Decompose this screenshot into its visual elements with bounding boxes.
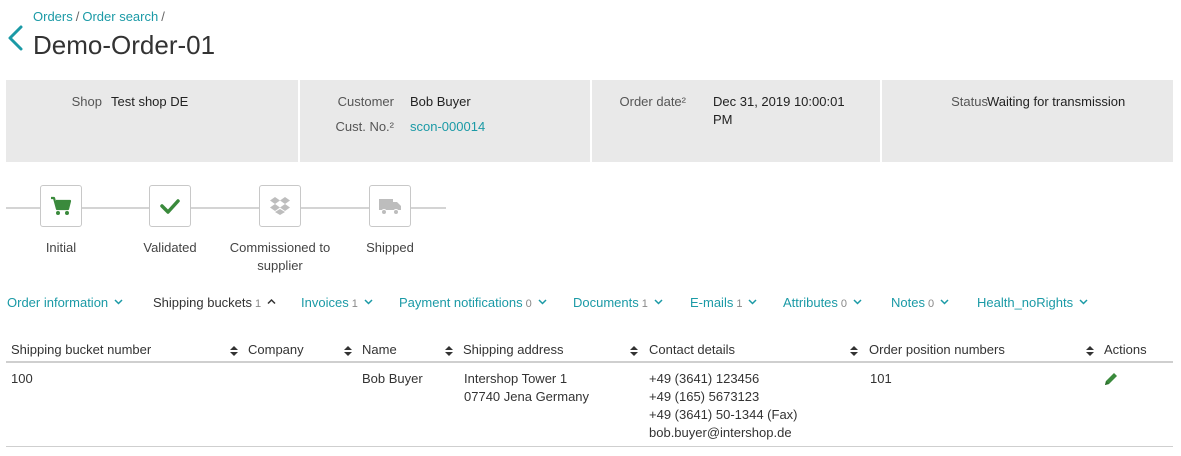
cell-address-line1: Intershop Tower 1	[464, 371, 568, 386]
customer-panel: Customer Bob Buyer Cust. No.² scon-00001…	[300, 80, 590, 162]
tab-health-norights[interactable]: Health_noRights	[977, 294, 1088, 310]
shop-label: Shop	[71, 94, 102, 109]
sort-icon[interactable]	[630, 344, 638, 356]
order-date-value: Dec 31, 2019 10:00:01 PM	[713, 94, 845, 127]
tab-documents[interactable]: Documents 1	[573, 294, 663, 310]
step-label-initial: Initial	[45, 240, 77, 255]
dropbox-icon	[269, 196, 291, 216]
step-label-shipped: Shipped	[366, 240, 414, 255]
tab-invoices[interactable]: Invoices 1	[301, 294, 373, 310]
shop-panel: Shop Test shop DE	[6, 80, 298, 162]
tab-shipping-buckets[interactable]: Shipping buckets 1	[153, 294, 276, 310]
tab-label: Invoices	[301, 295, 349, 310]
tab-count: 0	[840, 298, 848, 310]
check-icon	[160, 198, 180, 214]
chevron-down-icon	[538, 294, 547, 305]
step-label-commissioned: Commissioned to supplier	[229, 240, 331, 273]
tab-label: E-mails	[690, 295, 734, 310]
tab-label: Health_noRights	[977, 295, 1074, 310]
cust-no-label: Cust. No.²	[335, 119, 394, 134]
tab-emails[interactable]: E-mails 1	[690, 294, 757, 310]
truck-icon	[378, 197, 402, 215]
column-header-shipping-address[interactable]: Shipping address	[463, 342, 563, 357]
edit-pencil-icon[interactable]	[1103, 371, 1119, 387]
cell-bucket-number: 100	[11, 371, 33, 386]
chevron-down-icon	[940, 294, 949, 305]
tab-count: 1	[255, 298, 262, 310]
back-arrow-icon[interactable]	[6, 24, 26, 52]
chevron-down-icon	[654, 294, 663, 305]
step-commissioned	[259, 185, 301, 227]
sort-icon[interactable]	[1086, 344, 1094, 356]
cell-contact-email: bob.buyer@intershop.de	[649, 425, 792, 440]
tab-order-information[interactable]: Order information	[7, 294, 123, 310]
column-header-bucket-number[interactable]: Shipping bucket number	[11, 342, 151, 357]
shop-value: Test shop DE	[111, 94, 189, 109]
row-divider	[6, 446, 1173, 447]
status-value: Waiting for transmission	[987, 94, 1126, 109]
tab-count: 1	[351, 298, 358, 310]
column-header-position-numbers[interactable]: Order position numbers	[869, 342, 1005, 357]
customer-label: Customer	[337, 94, 394, 109]
step-label-validated: Validated	[143, 240, 197, 255]
tab-count: 1	[736, 298, 743, 310]
column-header-contact-details[interactable]: Contact details	[649, 342, 735, 357]
tab-payment-notifications[interactable]: Payment notifications 0	[399, 294, 547, 310]
cell-address-line2: 07740 Jena Germany	[464, 389, 590, 404]
tab-label: Attributes	[783, 295, 838, 310]
tab-count: 0	[525, 298, 532, 310]
cell-contact-phone2: +49 (165) 5673123	[649, 389, 760, 404]
order-date-label: Order date²	[619, 94, 686, 109]
page-title: Demo-Order-01	[33, 30, 216, 60]
tab-label: Payment notifications	[399, 295, 523, 310]
order-date-panel: Order date² Dec 31, 2019 10:00:01 PM	[592, 80, 880, 162]
sort-icon[interactable]	[850, 344, 858, 356]
customer-value: Bob Buyer	[410, 94, 471, 109]
chevron-down-icon	[364, 294, 373, 305]
column-header-name[interactable]: Name	[362, 342, 397, 357]
tab-label: Documents	[573, 295, 639, 310]
breadcrumb-order-search-link[interactable]: Order search	[82, 9, 158, 24]
breadcrumb-separator: /	[75, 9, 80, 24]
cust-no-link[interactable]: scon-000014	[410, 119, 485, 134]
tab-count: 0	[927, 298, 935, 310]
chevron-down-icon	[748, 294, 757, 305]
column-header-actions: Actions	[1104, 342, 1147, 357]
tab-notes[interactable]: Notes 0	[891, 294, 949, 310]
chevron-down-icon	[114, 294, 123, 305]
sort-icon[interactable]	[344, 344, 352, 356]
tab-label: Order information	[7, 295, 109, 310]
column-header-company[interactable]: Company	[248, 342, 304, 357]
tab-label: Shipping buckets	[153, 295, 253, 310]
cell-contact-phone1: +49 (3641) 123456	[649, 371, 760, 386]
chevron-up-icon	[267, 294, 276, 305]
sort-icon[interactable]	[445, 344, 453, 356]
step-initial	[40, 185, 82, 227]
status-panel: Status Waiting for transmission	[882, 80, 1173, 162]
chevron-down-icon	[1079, 294, 1088, 305]
status-label: Status	[951, 94, 988, 109]
breadcrumb-separator: /	[161, 9, 165, 24]
step-shipped	[369, 185, 411, 227]
breadcrumb-orders-link[interactable]: Orders	[33, 9, 73, 24]
tab-label: Notes	[891, 295, 925, 310]
tab-count: 1	[641, 298, 648, 310]
cell-name: Bob Buyer	[362, 371, 423, 386]
sort-icon[interactable]	[230, 344, 238, 356]
breadcrumb: Orders / Order search /	[33, 9, 168, 24]
chevron-down-icon	[853, 294, 862, 305]
cart-icon	[50, 196, 72, 216]
cell-contact-fax: +49 (3641) 50-1344 (Fax)	[649, 407, 798, 422]
step-validated	[149, 185, 191, 227]
cell-position-numbers: 101	[870, 371, 892, 386]
table-header: Shipping bucket number Company Name Ship…	[6, 338, 1173, 363]
tab-attributes[interactable]: Attributes 0	[783, 294, 862, 310]
